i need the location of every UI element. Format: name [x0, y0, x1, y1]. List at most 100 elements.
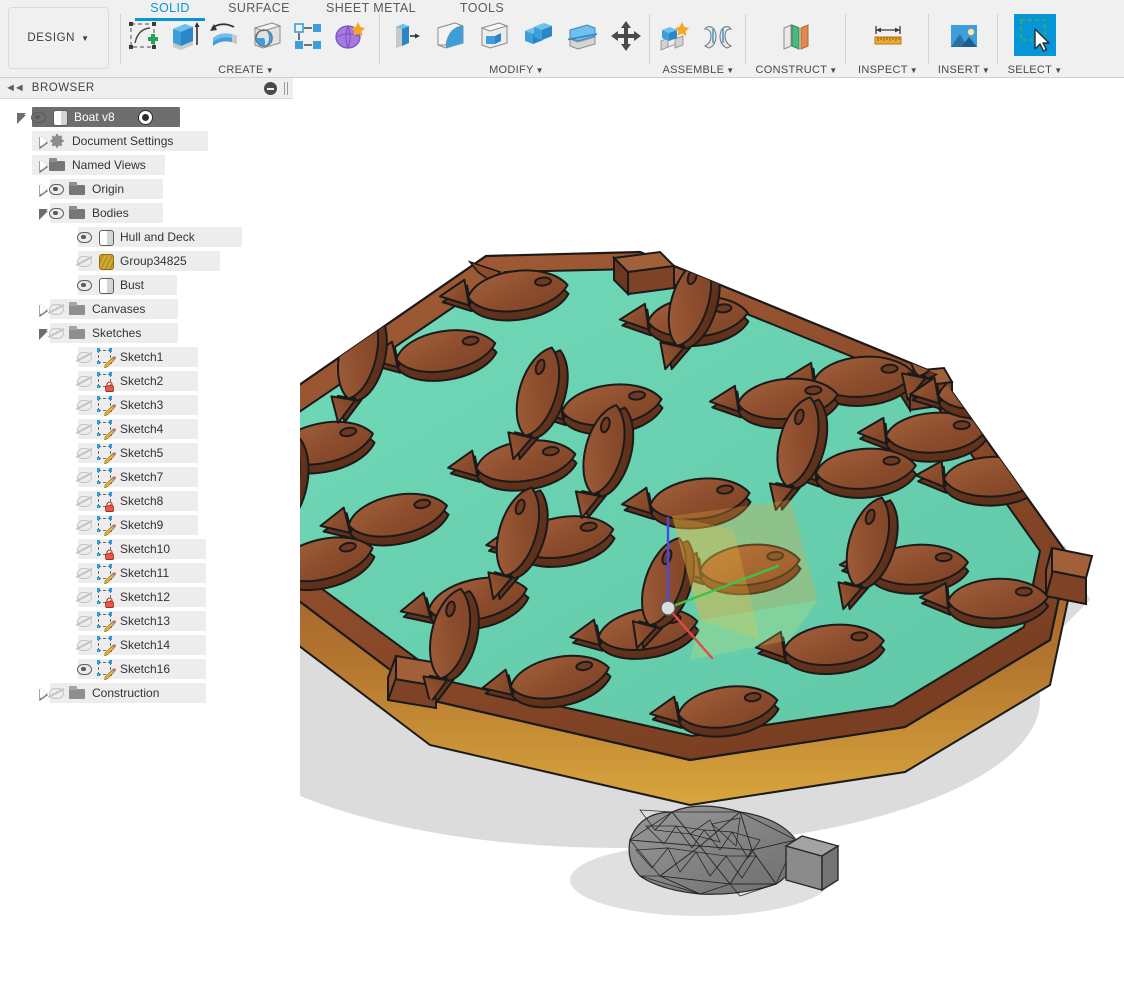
- tree-item-origin[interactable]: Origin: [0, 177, 300, 201]
- tree-item-sketch7[interactable]: Sketch7: [0, 465, 300, 489]
- tree-item-sketch14[interactable]: Sketch14: [0, 633, 300, 657]
- active-component-radio[interactable]: [137, 109, 153, 125]
- eye-hidden-icon[interactable]: [76, 374, 92, 388]
- revolve-button[interactable]: [205, 13, 246, 59]
- panel-select-label[interactable]: SELECT ▼: [1000, 64, 1070, 76]
- sphere-button[interactable]: [246, 13, 287, 59]
- eye-hidden-icon[interactable]: [76, 398, 92, 412]
- chevron-down-icon: ▼: [726, 66, 735, 75]
- joint-button[interactable]: [696, 13, 740, 59]
- eye-hidden-icon[interactable]: [76, 614, 92, 628]
- eye-hidden-icon[interactable]: [76, 350, 92, 364]
- eye-hidden-icon[interactable]: [76, 494, 92, 508]
- extrude-button[interactable]: [163, 13, 204, 59]
- panel-create-label[interactable]: CREATE ▼: [122, 64, 370, 76]
- tree-item-label: Group34825: [120, 254, 187, 268]
- shell-button[interactable]: [472, 13, 516, 59]
- tree-item-bust[interactable]: Bust: [0, 273, 300, 297]
- tree-item-sketch16[interactable]: Sketch16: [0, 657, 300, 681]
- tree-item-boat-v8[interactable]: Boat v8: [0, 105, 300, 129]
- tree-item-sketch2[interactable]: Sketch2: [0, 369, 300, 393]
- eye-hidden-icon[interactable]: [76, 542, 92, 556]
- combine-button[interactable]: [516, 13, 560, 59]
- new-component-button[interactable]: [652, 13, 696, 59]
- sketch-icon: [96, 396, 116, 416]
- collapse-left-icon[interactable]: ◄◄: [5, 82, 25, 94]
- 3d-viewport[interactable]: [300, 78, 1124, 1000]
- eye-hidden-icon[interactable]: [76, 470, 92, 484]
- browser-title: BROWSER: [31, 82, 95, 94]
- split-face-button[interactable]: [560, 13, 604, 59]
- tree-item-sketch10[interactable]: Sketch10: [0, 537, 300, 561]
- eye-visible-icon[interactable]: [76, 278, 92, 292]
- toolbar-divider: [649, 14, 650, 64]
- tree-item-canvases[interactable]: Canvases: [0, 297, 300, 321]
- tree-item-construction[interactable]: Construction: [0, 681, 300, 705]
- insert-image-button[interactable]: [942, 13, 986, 59]
- panel-assemble-label[interactable]: ASSEMBLE ▼: [652, 64, 745, 76]
- tree-item-sketch5[interactable]: Sketch5: [0, 441, 300, 465]
- tree-item-sketches[interactable]: Sketches: [0, 321, 300, 345]
- eye-hidden-icon[interactable]: [76, 518, 92, 532]
- select-tool-button[interactable]: [1014, 14, 1056, 56]
- eye-visible-icon[interactable]: [76, 230, 92, 244]
- sketch-icon: [96, 348, 116, 368]
- tree-item-bodies[interactable]: Bodies: [0, 201, 300, 225]
- panel-construct-label[interactable]: CONSTRUCT ▼: [748, 64, 845, 76]
- toolbar-divider: [928, 14, 929, 64]
- move-copy-button[interactable]: [604, 13, 648, 59]
- tree-item-named-views[interactable]: Named Views: [0, 153, 300, 177]
- create-sketch-button[interactable]: [122, 13, 163, 59]
- tree-item-sketch9[interactable]: Sketch9: [0, 513, 300, 537]
- eye-hidden-icon[interactable]: [76, 422, 92, 436]
- measure-button[interactable]: [866, 13, 910, 59]
- tree-item-label: Hull and Deck: [120, 230, 195, 244]
- folder-icon: [68, 205, 86, 221]
- tree-item-label: Sketch4: [120, 422, 164, 436]
- pattern-button[interactable]: [287, 13, 328, 59]
- eye-hidden-icon[interactable]: [48, 302, 64, 316]
- tree-item-label: Sketch14: [120, 638, 171, 652]
- fillet-button[interactable]: [428, 13, 472, 59]
- eye-visible-icon[interactable]: [48, 206, 64, 220]
- panel-modify-label[interactable]: MODIFY ▼: [384, 64, 649, 76]
- eye-hidden-icon[interactable]: [76, 254, 92, 268]
- tree-item-group34825[interactable]: Group34825: [0, 249, 300, 273]
- tree-item-sketch4[interactable]: Sketch4: [0, 417, 300, 441]
- sketch-icon: [96, 444, 116, 464]
- tree-item-label: Sketch12: [120, 590, 171, 604]
- eye-visible-icon[interactable]: [30, 110, 46, 124]
- eye-hidden-icon[interactable]: [48, 326, 64, 340]
- panel-inspect-label[interactable]: INSPECT ▼: [848, 64, 928, 76]
- tree-item-sketch13[interactable]: Sketch13: [0, 609, 300, 633]
- tree-item-document-settings[interactable]: Document Settings: [0, 129, 300, 153]
- drag-grip-icon[interactable]: [283, 82, 290, 95]
- eye-hidden-icon[interactable]: [76, 638, 92, 652]
- expander-open-icon[interactable]: [16, 112, 27, 124]
- tree-item-sketch11[interactable]: Sketch11: [0, 561, 300, 585]
- panel-insert-label[interactable]: INSERT ▼: [931, 64, 997, 76]
- tree-item-label: Bust: [120, 278, 145, 292]
- tree-item-label: Document Settings: [72, 134, 174, 148]
- eye-hidden-icon[interactable]: [76, 590, 92, 604]
- eye-hidden-icon[interactable]: [48, 686, 64, 700]
- eye-hidden-icon[interactable]: [76, 446, 92, 460]
- eye-hidden-icon[interactable]: [76, 566, 92, 580]
- tree-item-sketch8[interactable]: Sketch8: [0, 489, 300, 513]
- eye-visible-icon[interactable]: [48, 182, 64, 196]
- tree-item-hull-and-deck[interactable]: Hull and Deck: [0, 225, 300, 249]
- tree-item-label: Sketch2: [120, 374, 164, 388]
- tree-item-sketch3[interactable]: Sketch3: [0, 393, 300, 417]
- workspace-label: DESIGN: [27, 32, 76, 44]
- workspace-switcher-button[interactable]: DESIGN ▼: [8, 7, 109, 69]
- eye-visible-icon[interactable]: [76, 662, 92, 676]
- tree-item-sketch1[interactable]: Sketch1: [0, 345, 300, 369]
- offset-plane-button[interactable]: [775, 13, 819, 59]
- press-pull-button[interactable]: [384, 13, 428, 59]
- tree-item-label: Sketches: [92, 326, 142, 340]
- tree-item-sketch12[interactable]: Sketch12: [0, 585, 300, 609]
- create-form-button[interactable]: [329, 13, 370, 59]
- tree-item-label: Sketch3: [120, 398, 164, 412]
- minus-circle-icon[interactable]: [264, 82, 277, 95]
- panel-insert: INSERT ▼: [931, 13, 997, 77]
